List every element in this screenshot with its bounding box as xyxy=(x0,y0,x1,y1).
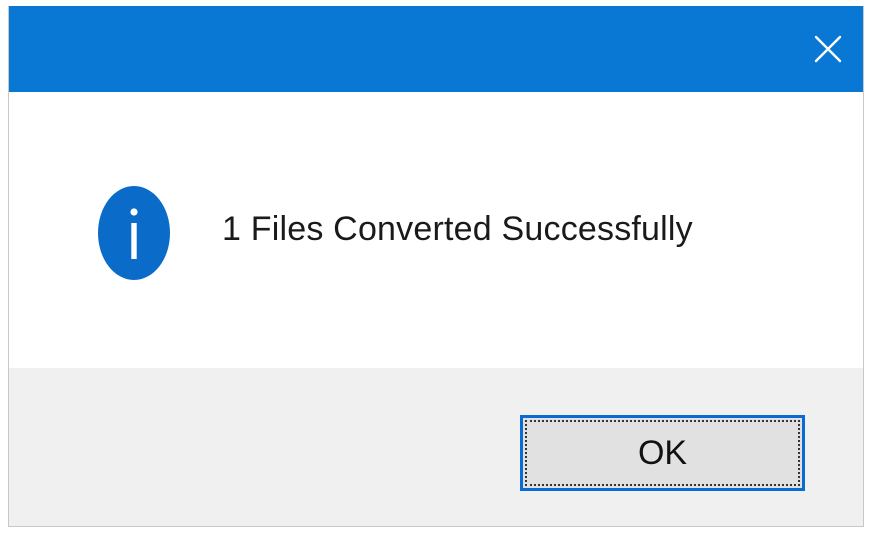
message-dialog: 1 Files Converted Successfully OK xyxy=(8,6,864,527)
close-button[interactable] xyxy=(793,6,863,92)
close-icon xyxy=(814,35,842,63)
screen-background: 1 Files Converted Successfully OK xyxy=(0,0,870,533)
button-area: OK xyxy=(9,368,863,526)
ok-button[interactable]: OK xyxy=(520,415,805,491)
message-area: 1 Files Converted Successfully xyxy=(9,92,863,368)
information-icon xyxy=(98,186,170,280)
title-bar[interactable] xyxy=(9,6,863,92)
message-text: 1 Files Converted Successfully xyxy=(222,210,693,248)
